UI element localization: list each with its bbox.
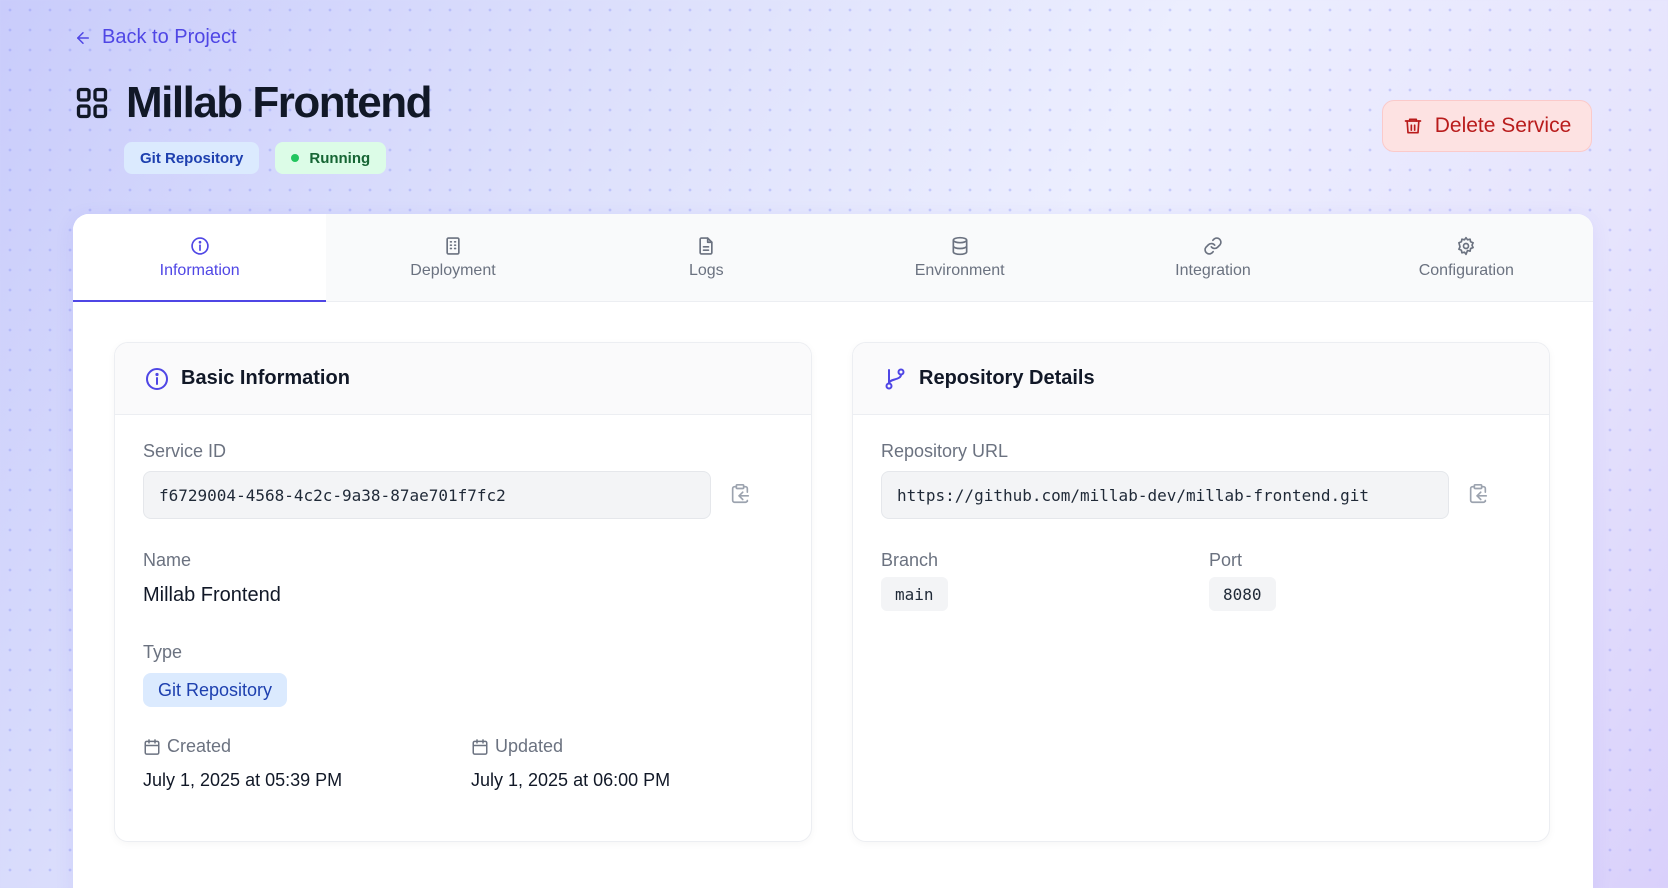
clipboard-copy-icon — [1467, 483, 1491, 505]
back-link-label: Back to Project — [102, 26, 237, 48]
branch-value: main — [881, 577, 948, 611]
branch-label: Branch — [881, 550, 939, 570]
status-label: Running — [309, 149, 371, 167]
database-icon — [950, 236, 970, 256]
calendar-icon — [471, 738, 489, 756]
card-title: Repository Details — [919, 367, 1095, 389]
tab-label: Information — [159, 261, 240, 279]
arrow-left-icon — [74, 29, 92, 47]
created-label: Created — [143, 736, 231, 757]
page-title: Millab Frontend — [126, 78, 433, 127]
updated-label: Updated — [471, 736, 563, 757]
tab-logs[interactable]: Logs — [580, 214, 833, 301]
repository-details-card: Repository Details Repository URL https:… — [852, 342, 1550, 842]
port-label: Port — [1209, 550, 1243, 570]
port-value: 8080 — [1209, 577, 1276, 611]
repository-url-label: Repository URL — [881, 441, 1009, 461]
clipboard-copy-icon — [729, 483, 753, 505]
tab-label: Configuration — [1418, 261, 1514, 279]
tab-information[interactable]: Information — [73, 214, 327, 302]
tab-label: Environment — [914, 261, 1005, 279]
page-header: Millab Frontend — [74, 78, 433, 128]
type-label: Type — [143, 642, 183, 662]
card-header: Repository Details — [853, 343, 1549, 415]
name-value: Millab Frontend — [143, 584, 281, 606]
delete-service-button[interactable]: Delete Service — [1382, 100, 1592, 152]
info-icon — [190, 236, 210, 256]
copy-service-id-button[interactable] — [729, 483, 753, 507]
grid-icon — [74, 85, 110, 121]
tab-label: Integration — [1175, 261, 1251, 279]
created-value: July 1, 2025 at 05:39 PM — [143, 770, 343, 790]
gear-icon — [1456, 236, 1476, 256]
tab-environment[interactable]: Environment — [833, 214, 1086, 301]
file-text-icon — [696, 236, 716, 256]
card-title: Basic Information — [181, 367, 350, 389]
trash-icon — [1403, 116, 1423, 136]
updated-label-text: Updated — [495, 736, 564, 756]
service-id-field[interactable]: f6729004-4568-4c2c-9a38-87ae701f7fc2 — [143, 471, 711, 519]
name-label: Name — [143, 550, 192, 570]
updated-value: July 1, 2025 at 06:00 PM — [471, 770, 671, 790]
created-label-text: Created — [167, 736, 232, 756]
calendar-icon — [143, 738, 161, 756]
back-to-project-link[interactable]: Back to Project — [74, 26, 237, 49]
tab-integration[interactable]: Integration — [1086, 214, 1339, 301]
delete-service-label: Delete Service — [1434, 114, 1572, 137]
type-badge: Git Repository — [124, 142, 260, 174]
tab-label: Deployment — [410, 261, 496, 279]
link-icon — [1203, 236, 1223, 256]
repository-url-field[interactable]: https://github.com/millab-dev/millab-fro… — [881, 471, 1449, 519]
git-branch-icon — [883, 367, 907, 391]
tab-deployment[interactable]: Deployment — [326, 214, 579, 301]
status-dot-icon — [291, 154, 300, 162]
service-id-label: Service ID — [143, 441, 227, 461]
tab-configuration[interactable]: Configuration — [1340, 214, 1593, 301]
type-value-badge: Git Repository — [143, 673, 288, 707]
basic-information-card: Basic Information Service ID f6729004-45… — [114, 342, 812, 842]
status-badge: Running — [275, 142, 387, 174]
info-icon — [145, 367, 169, 391]
tab-bar: Information Deployment Logs Environment … — [73, 214, 1593, 302]
card-header: Basic Information — [115, 343, 811, 415]
tab-label: Logs — [688, 261, 724, 279]
header-badges: Git Repository Running — [124, 142, 387, 174]
building-icon — [443, 236, 463, 256]
copy-repository-url-button[interactable] — [1467, 483, 1491, 507]
